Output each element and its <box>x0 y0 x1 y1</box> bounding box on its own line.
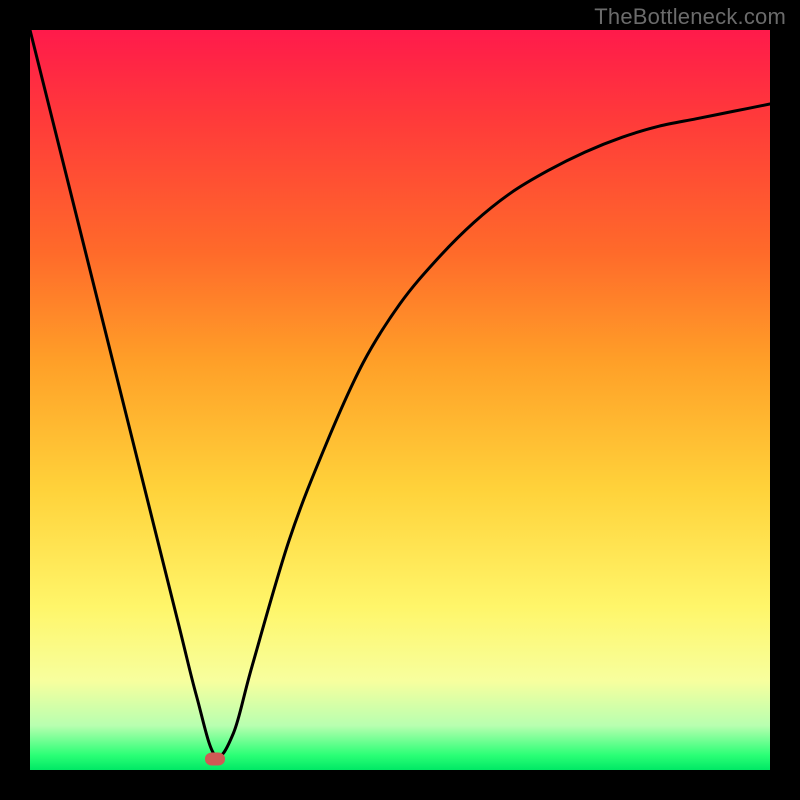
watermark-text: TheBottleneck.com <box>594 4 786 30</box>
minimum-marker <box>205 752 225 765</box>
bottleneck-curve <box>30 30 770 770</box>
plot-area <box>30 30 770 770</box>
chart-frame: TheBottleneck.com <box>0 0 800 800</box>
